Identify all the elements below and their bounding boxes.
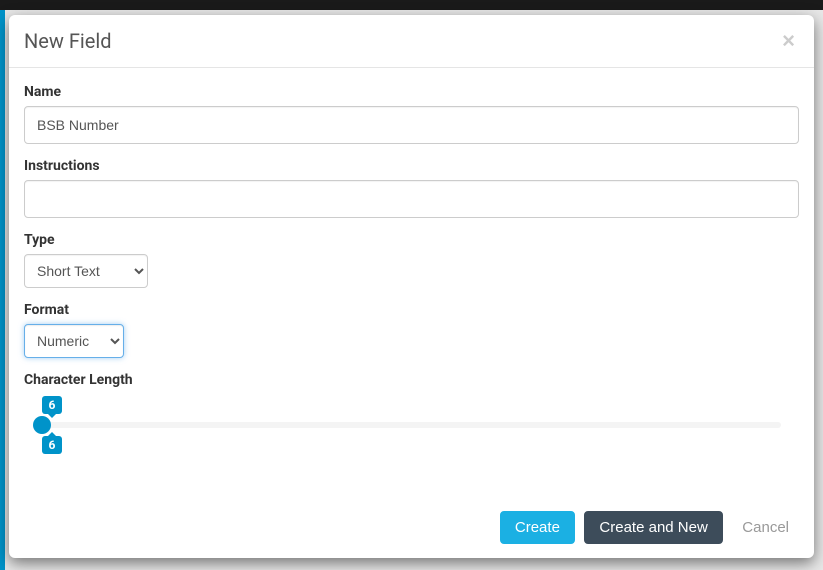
modal-footer: Create Create and New Cancel	[9, 497, 814, 558]
create-and-new-button[interactable]: Create and New	[584, 511, 722, 544]
format-select[interactable]: Numeric	[24, 324, 124, 358]
close-button[interactable]: ×	[778, 30, 799, 52]
type-group: Type Short Text	[24, 232, 799, 288]
modal-header: New Field ×	[9, 15, 814, 68]
format-label: Format	[24, 302, 799, 318]
name-label: Name	[24, 84, 799, 100]
name-input[interactable]	[24, 106, 799, 144]
cancel-button[interactable]: Cancel	[732, 512, 799, 543]
slider-min-badge: 6	[42, 396, 62, 414]
modal-title: New Field	[24, 29, 112, 53]
type-label: Type	[24, 232, 799, 248]
modal-body: Name Instructions Type Short Text Format…	[9, 68, 814, 497]
char-length-label: Character Length	[24, 372, 799, 388]
instructions-input[interactable]	[24, 180, 799, 218]
name-group: Name	[24, 84, 799, 144]
new-field-modal: New Field × Name Instructions Type Short…	[9, 15, 814, 558]
slider-max-badge: 6	[42, 436, 62, 454]
slider-track[interactable]	[42, 422, 781, 428]
char-length-group: Character Length 6 6	[24, 372, 799, 454]
format-group: Format Numeric	[24, 302, 799, 358]
instructions-label: Instructions	[24, 158, 799, 174]
type-select[interactable]: Short Text	[24, 254, 148, 288]
char-length-slider: 6 6	[42, 396, 781, 454]
create-button[interactable]: Create	[500, 511, 575, 544]
instructions-group: Instructions	[24, 158, 799, 218]
